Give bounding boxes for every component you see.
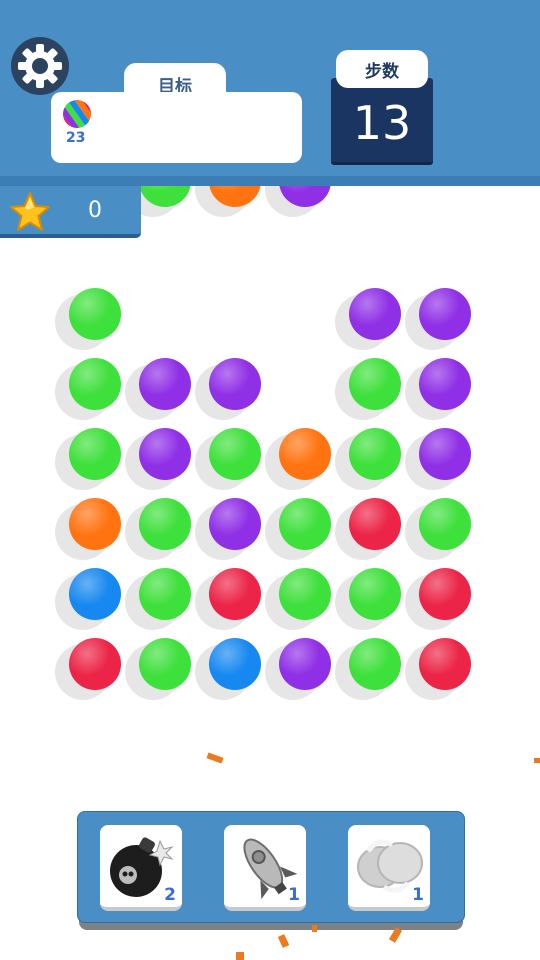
ball-green[interactable]: [139, 498, 191, 550]
ball-green[interactable]: [419, 498, 471, 550]
ball-green[interactable]: [349, 358, 401, 410]
ball-green[interactable]: [209, 428, 261, 480]
confetti: [236, 952, 244, 960]
ball-orange[interactable]: [279, 428, 331, 480]
steps-value: 13: [352, 96, 412, 150]
ball-blue[interactable]: [69, 568, 121, 620]
ball-purple[interactable]: [419, 288, 471, 340]
steps-panel: 13: [331, 78, 433, 165]
ball-green[interactable]: [69, 428, 121, 480]
score-panel: 0: [0, 186, 141, 238]
ball-green[interactable]: [279, 498, 331, 550]
ball-orange[interactable]: [69, 498, 121, 550]
swap-count: 1: [412, 885, 424, 905]
booster-rocket[interactable]: 1: [224, 825, 306, 911]
confetti: [312, 925, 317, 932]
ball-green[interactable]: [279, 568, 331, 620]
steps-tab: 步数: [336, 50, 428, 88]
confetti: [206, 752, 224, 764]
star-icon: [10, 192, 50, 231]
bomb-count: 2: [164, 885, 176, 905]
ball-purple[interactable]: [279, 638, 331, 690]
ball-green[interactable]: [139, 638, 191, 690]
steps-label: 步数: [365, 62, 399, 82]
booster-swap[interactable]: 1: [348, 825, 430, 911]
settings-button[interactable]: [10, 36, 70, 96]
ball-red[interactable]: [419, 568, 471, 620]
ball-red[interactable]: [209, 568, 261, 620]
ball-green[interactable]: [349, 638, 401, 690]
rocket-count: 1: [288, 885, 300, 905]
ball-green[interactable]: [69, 358, 121, 410]
ball-red[interactable]: [69, 638, 121, 690]
ball-green[interactable]: [139, 568, 191, 620]
ball-purple[interactable]: [209, 358, 261, 410]
confetti: [277, 934, 290, 948]
ball-green[interactable]: [349, 428, 401, 480]
gear-icon: [11, 37, 69, 95]
ball-purple[interactable]: [209, 498, 261, 550]
ball-purple[interactable]: [419, 428, 471, 480]
goal-count: 23: [66, 130, 86, 146]
ball-purple[interactable]: [349, 288, 401, 340]
ball-blue[interactable]: [209, 638, 261, 690]
ball-purple[interactable]: [139, 428, 191, 480]
ball-red[interactable]: [349, 498, 401, 550]
score-value: 0: [88, 198, 102, 223]
rainbow-ball-icon: [57, 94, 97, 134]
booster-bomb[interactable]: 2: [100, 825, 182, 911]
ball-purple[interactable]: [139, 358, 191, 410]
top-bar-edge: [0, 176, 540, 186]
ball-green[interactable]: [349, 568, 401, 620]
ball-purple[interactable]: [419, 358, 471, 410]
ball-green[interactable]: [69, 288, 121, 340]
ball-red[interactable]: [419, 638, 471, 690]
confetti: [534, 758, 540, 763]
